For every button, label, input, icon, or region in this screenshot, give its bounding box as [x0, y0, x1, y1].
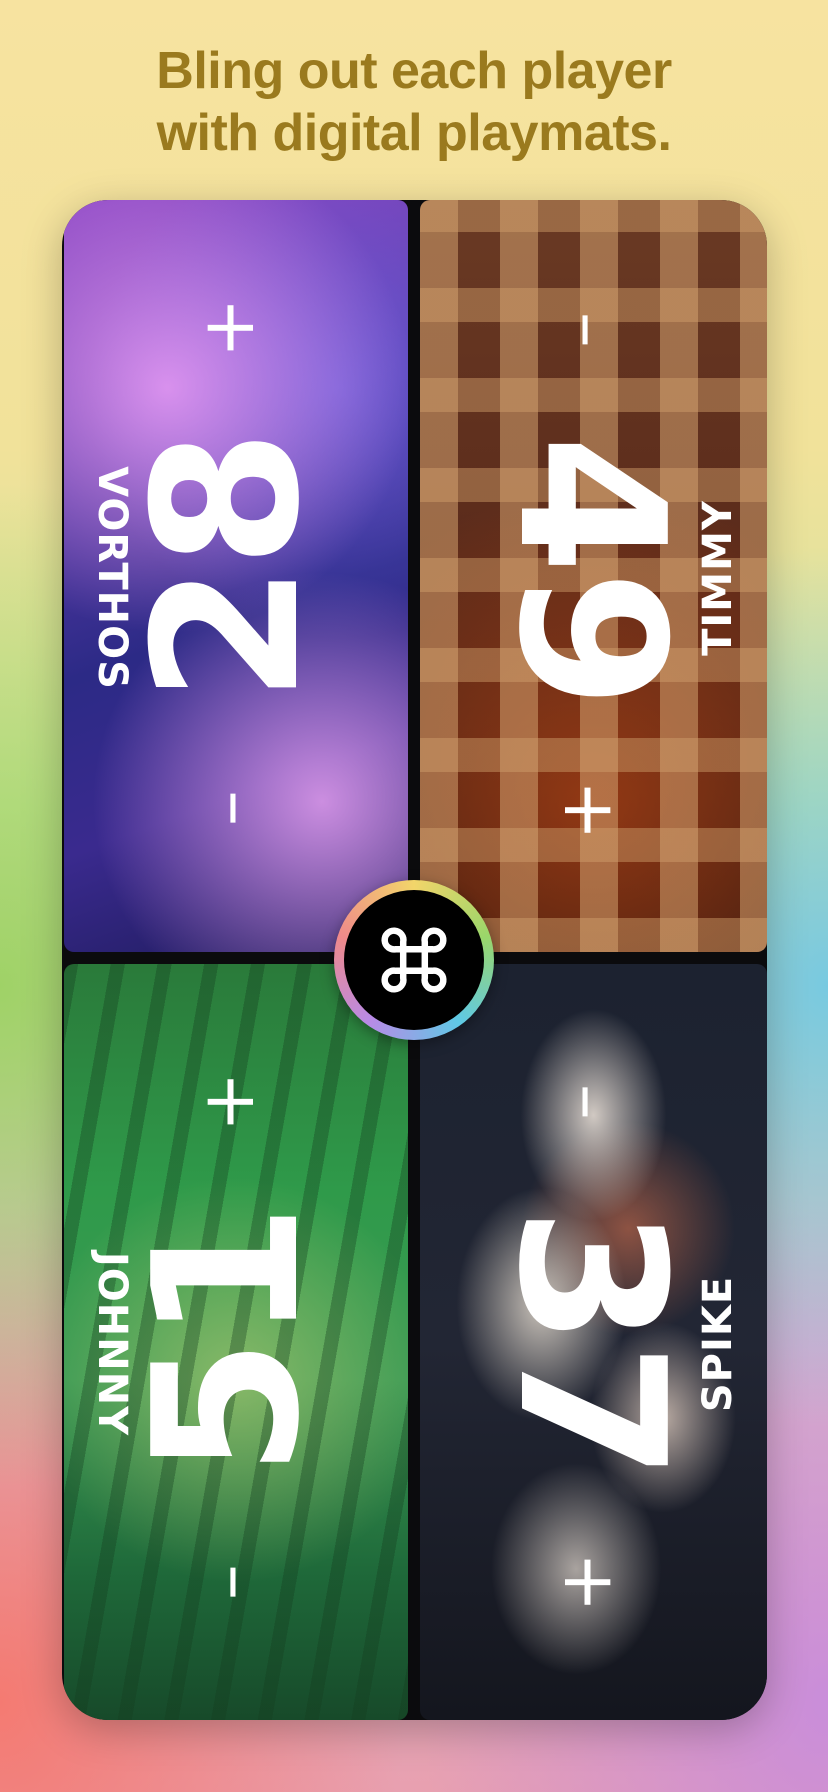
- player-name-timmy: TIMMY: [694, 500, 741, 656]
- playmat-timmy[interactable]: – 49 + TIMMY: [420, 200, 767, 952]
- plus-button-spike[interactable]: +: [548, 1537, 632, 1627]
- life-total-vorthos: 28: [111, 432, 344, 704]
- player-name-spike: SPIKE: [694, 1275, 741, 1413]
- life-row-spike: – 37 +: [473, 1057, 707, 1627]
- life-total-timmy: 49: [473, 434, 707, 706]
- player-name-johnny: JOHNNY: [89, 1251, 135, 1437]
- minus-button-johnny[interactable]: –: [186, 1537, 270, 1627]
- menu-button[interactable]: [334, 880, 494, 1040]
- minus-button-spike[interactable]: –: [548, 1057, 632, 1147]
- life-row-timmy: – 49 +: [473, 285, 707, 855]
- plus-button-vorthos[interactable]: +: [186, 283, 270, 373]
- playmat-johnny[interactable]: – 51 + JOHNNY: [64, 964, 408, 1720]
- minus-button-timmy[interactable]: –: [548, 285, 632, 375]
- plus-button-timmy[interactable]: +: [548, 765, 632, 855]
- playmat-spike[interactable]: – 37 + SPIKE: [420, 964, 767, 1720]
- life-total-johnny: 51: [111, 1206, 344, 1478]
- command-icon: [381, 927, 447, 993]
- phone-screen: – 28 + VORTHOS – 49 + TIMMY – 51 + JOHNN…: [62, 200, 767, 1720]
- headline-line-2: with digital playmats.: [156, 104, 672, 162]
- command-button-inner[interactable]: [344, 890, 484, 1030]
- life-total-spike: 37: [473, 1206, 707, 1478]
- headline: Bling out each player with digital playm…: [0, 40, 828, 164]
- plus-button-johnny[interactable]: +: [186, 1057, 270, 1147]
- life-row-vorthos: – 28 +: [111, 283, 344, 853]
- minus-button-vorthos[interactable]: –: [186, 763, 270, 853]
- headline-line-1: Bling out each player: [156, 42, 672, 100]
- player-name-vorthos: VORTHOS: [89, 466, 135, 690]
- playmat-vorthos[interactable]: – 28 + VORTHOS: [64, 200, 408, 952]
- life-row-johnny: – 51 +: [111, 1057, 344, 1627]
